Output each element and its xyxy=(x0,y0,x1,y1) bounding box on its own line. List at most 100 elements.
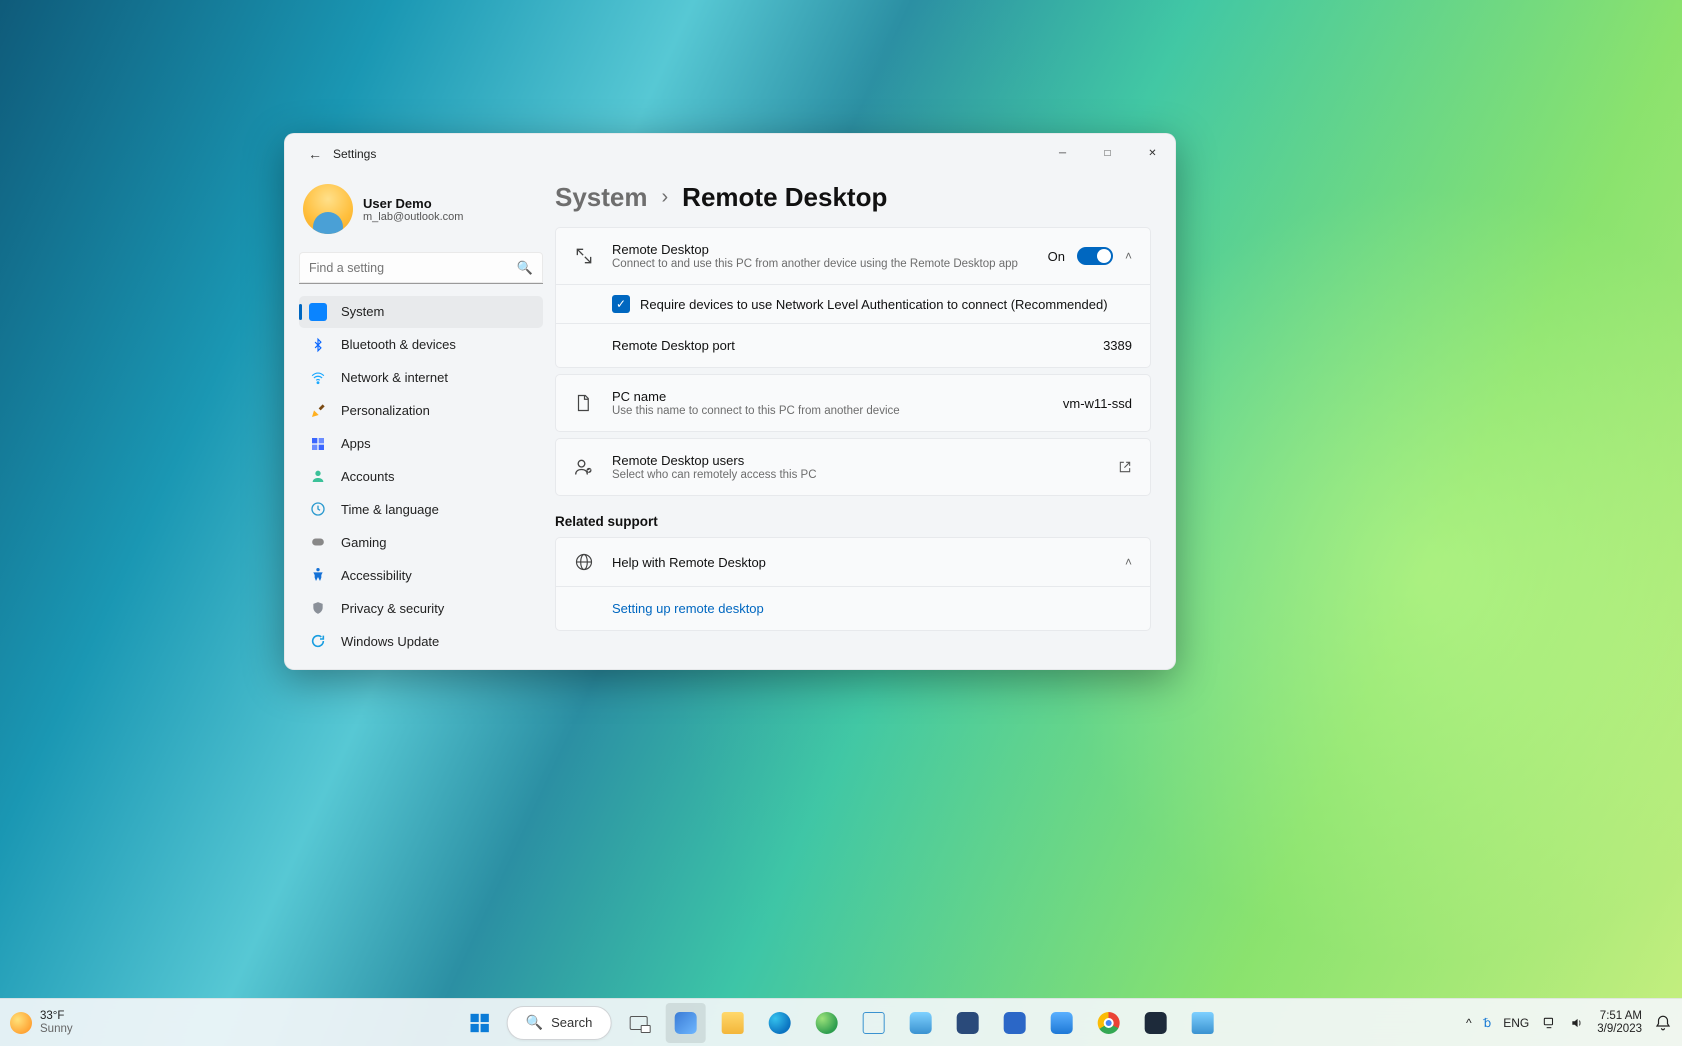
rdp-users-title: Remote Desktop users xyxy=(612,453,1102,468)
sidebar-item-network-internet[interactable]: Network & internet xyxy=(299,362,543,394)
priv-icon xyxy=(309,599,327,617)
chevron-up-icon[interactable]: ˄ xyxy=(1125,555,1132,569)
taskbar-app-chrome[interactable] xyxy=(1088,1003,1128,1043)
language-indicator[interactable]: ENG xyxy=(1503,1016,1529,1030)
clock-time: 7:51 AM xyxy=(1597,1010,1642,1023)
chevron-up-icon[interactable]: ˄ xyxy=(1125,249,1132,263)
search-input[interactable] xyxy=(299,252,543,284)
maximize-button[interactable]: □ xyxy=(1085,134,1130,174)
close-button[interactable]: ✕ xyxy=(1130,134,1175,174)
pc-name-card: PC name Use this name to connect to this… xyxy=(555,374,1151,432)
taskbar-center: 🔍 Search xyxy=(460,1003,1223,1043)
sidebar-item-time-language[interactable]: Time & language xyxy=(299,493,543,525)
nla-label: Require devices to use Network Level Aut… xyxy=(640,297,1108,312)
rdp-port-row[interactable]: Remote Desktop port 3389 xyxy=(556,324,1150,367)
toggle-state-label: On xyxy=(1048,249,1065,264)
sidebar-item-label: Time & language xyxy=(341,502,439,517)
acct-icon xyxy=(309,467,327,485)
taskbar-app-word[interactable] xyxy=(994,1003,1034,1043)
sidebar-item-windows-update[interactable]: Windows Update xyxy=(299,625,543,657)
weather-desc: Sunny xyxy=(40,1023,73,1036)
sidebar-item-label: Network & internet xyxy=(341,370,448,385)
pc-name-value: vm-w11-ssd xyxy=(1063,396,1132,411)
taskbar-app-store[interactable] xyxy=(853,1003,893,1043)
help-link[interactable]: Setting up remote desktop xyxy=(556,587,782,630)
nla-checkbox-row[interactable]: ✓ Require devices to use Network Level A… xyxy=(556,285,1150,323)
start-button[interactable] xyxy=(460,1003,500,1043)
taskbar-app-mail[interactable] xyxy=(1041,1003,1081,1043)
remote-desktop-header-row[interactable]: Remote Desktop Connect to and use this P… xyxy=(556,228,1150,284)
back-button[interactable]: ← xyxy=(301,146,329,162)
search-icon: 🔍 xyxy=(526,1014,543,1031)
taskbar: 33°F Sunny 🔍 Search ^ ␢ ENG xyxy=(0,998,1682,1046)
taskbar-app-terminal[interactable] xyxy=(947,1003,987,1043)
taskbar-app-monitor[interactable] xyxy=(1182,1003,1222,1043)
window-title: Settings xyxy=(333,147,376,161)
breadcrumb-parent[interactable]: System xyxy=(555,182,648,213)
rdp-users-row[interactable]: Remote Desktop users Select who can remo… xyxy=(556,439,1150,495)
breadcrumb-current: Remote Desktop xyxy=(682,182,887,213)
taskbar-app-explorer[interactable] xyxy=(712,1003,752,1043)
external-link-icon xyxy=(1118,460,1132,474)
tray-overflow-button[interactable]: ^ xyxy=(1466,1016,1472,1030)
help-title: Help with Remote Desktop xyxy=(612,555,1109,570)
sidebar-item-gaming[interactable]: Gaming xyxy=(299,526,543,558)
sidebar-item-accessibility[interactable]: Accessibility xyxy=(299,559,543,591)
profile-name: User Demo xyxy=(363,196,463,211)
globe-icon xyxy=(574,552,596,572)
taskbar-search[interactable]: 🔍 Search xyxy=(507,1006,612,1040)
chevron-right-icon: › xyxy=(662,186,669,209)
sidebar-item-privacy-security[interactable]: Privacy & security xyxy=(299,592,543,624)
remote-desktop-desc: Connect to and use this PC from another … xyxy=(612,258,1032,270)
search-icon: 🔍 xyxy=(517,260,533,276)
minimize-button[interactable]: ─ xyxy=(1040,134,1085,174)
taskbar-app-powershell[interactable] xyxy=(1135,1003,1175,1043)
notifications-button[interactable] xyxy=(1654,1014,1672,1032)
clock-date: 3/9/2023 xyxy=(1597,1023,1642,1036)
taskbar-app-edge[interactable] xyxy=(759,1003,799,1043)
sun-icon xyxy=(10,1012,32,1034)
profile-block[interactable]: User Demo m_lab@outlook.com xyxy=(299,180,543,248)
task-view-button[interactable] xyxy=(618,1003,658,1043)
clock[interactable]: 7:51 AM 3/9/2023 xyxy=(1597,1010,1642,1036)
remote-desktop-toggle[interactable] xyxy=(1077,247,1113,265)
breadcrumb: System › Remote Desktop xyxy=(555,182,1151,213)
bluetooth-icon[interactable]: ␢ xyxy=(1484,1016,1492,1030)
taskbar-app-settings[interactable] xyxy=(665,1003,705,1043)
sidebar-item-accounts[interactable]: Accounts xyxy=(299,461,543,493)
weather-widget[interactable]: 33°F Sunny xyxy=(10,1010,150,1036)
pc-name-title: PC name xyxy=(612,389,1047,404)
rdp-users-desc: Select who can remotely access this PC xyxy=(612,469,1102,481)
weather-temp: 33°F xyxy=(40,1010,73,1023)
users-icon xyxy=(574,457,596,477)
sidebar-item-system[interactable]: System xyxy=(299,296,543,328)
search-container: 🔍 xyxy=(299,252,543,284)
remote-desktop-title: Remote Desktop xyxy=(612,242,1032,257)
main-panel: System › Remote Desktop Remote Desktop C… xyxy=(555,174,1175,669)
nla-checkbox[interactable]: ✓ xyxy=(612,295,630,313)
network-icon[interactable] xyxy=(1541,1016,1557,1030)
rdp-port-label: Remote Desktop port xyxy=(612,338,735,353)
taskbar-app-edge-dev[interactable] xyxy=(806,1003,846,1043)
taskbar-search-label: Search xyxy=(551,1015,592,1030)
avatar xyxy=(303,184,353,234)
titlebar: ← Settings ─ □ ✕ xyxy=(285,134,1175,174)
volume-icon[interactable] xyxy=(1569,1016,1585,1030)
sidebar-item-label: Gaming xyxy=(341,535,387,550)
taskbar-app-notepad[interactable] xyxy=(900,1003,940,1043)
sidebar-item-label: Personalization xyxy=(341,403,430,418)
settings-window: ← Settings ─ □ ✕ User Demo m_lab@outlook… xyxy=(284,133,1176,670)
help-card: Help with Remote Desktop ˄ Setting up re… xyxy=(555,537,1151,631)
pc-name-desc: Use this name to connect to this PC from… xyxy=(612,405,1047,417)
time-icon xyxy=(309,500,327,518)
pers-icon xyxy=(309,402,327,420)
sidebar-item-label: Windows Update xyxy=(341,634,439,649)
help-row[interactable]: Help with Remote Desktop ˄ xyxy=(556,538,1150,586)
game-icon xyxy=(309,533,327,551)
sidebar-item-bluetooth-devices[interactable]: Bluetooth & devices xyxy=(299,329,543,361)
sidebar-item-apps[interactable]: Apps xyxy=(299,428,543,460)
sidebar-item-personalization[interactable]: Personalization xyxy=(299,395,543,427)
window-controls: ─ □ ✕ xyxy=(1040,134,1175,174)
related-support-label: Related support xyxy=(555,514,1151,529)
pc-name-row[interactable]: PC name Use this name to connect to this… xyxy=(556,375,1150,431)
